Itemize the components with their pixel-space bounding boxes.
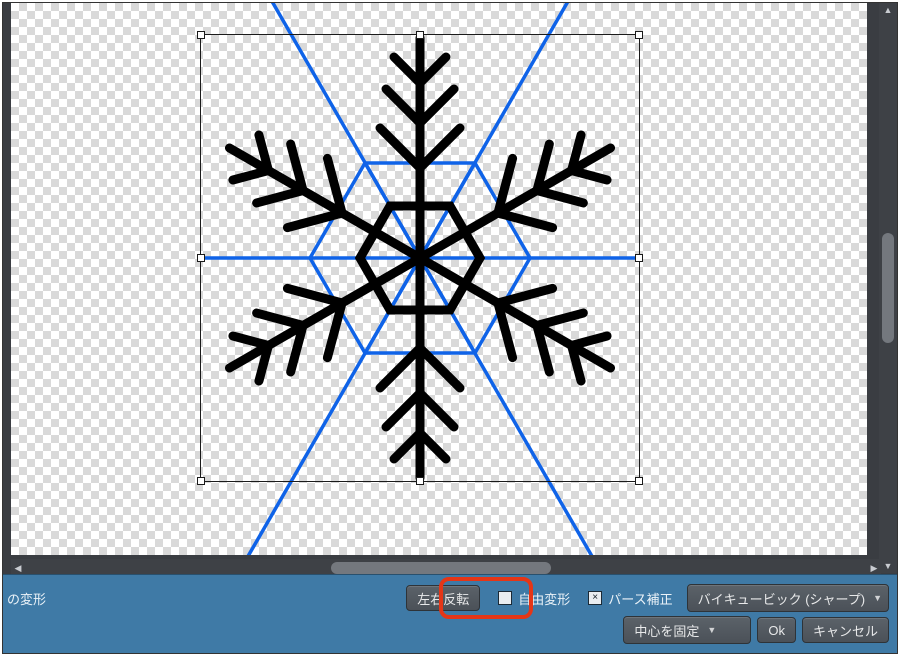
vertical-scroll-thumb[interactable] xyxy=(882,233,894,343)
free-transform-label: 自由変形 xyxy=(518,589,570,608)
chevron-down-icon: ▼ xyxy=(707,625,716,635)
canvas-viewport: ▲ ▼ ◀ ▶ xyxy=(3,3,897,577)
ok-button[interactable]: Ok xyxy=(757,617,796,643)
transform-mode-label: の変形 xyxy=(7,589,46,608)
scroll-up-icon[interactable]: ▲ xyxy=(879,3,897,17)
horizontal-scroll-thumb[interactable] xyxy=(331,562,551,574)
checkbox-icon xyxy=(498,591,512,605)
anchor-select[interactable]: 中心を固定 ▼ xyxy=(623,616,751,644)
canvas-artwork xyxy=(11,3,867,555)
transform-options-bar: の変形 左右反転 自由変形 パース補正 バイキュービック (シャープ) ▼ 中心… xyxy=(3,574,897,653)
flip-horizontal-button[interactable]: 左右反転 xyxy=(406,585,480,611)
vertical-scrollbar[interactable]: ▲ ▼ xyxy=(879,3,897,573)
interpolation-select[interactable]: バイキュービック (シャープ) ▼ xyxy=(687,584,889,612)
perspective-checkbox[interactable]: パース補正 xyxy=(588,589,672,608)
free-transform-checkbox[interactable]: 自由変形 xyxy=(498,589,570,608)
canvas[interactable] xyxy=(11,3,867,555)
checkbox-icon xyxy=(588,591,602,605)
perspective-label: パース補正 xyxy=(608,589,672,608)
cancel-button[interactable]: キャンセル xyxy=(802,617,889,643)
scroll-down-icon[interactable]: ▼ xyxy=(879,559,897,573)
anchor-value: 中心を固定 xyxy=(634,621,699,640)
interpolation-value: バイキュービック (シャープ) xyxy=(698,589,866,608)
chevron-down-icon: ▼ xyxy=(873,593,882,603)
